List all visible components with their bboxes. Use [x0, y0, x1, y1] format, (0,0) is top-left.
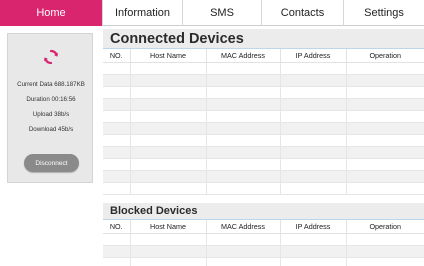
- connection-status-panel: Current Data 688.187KB Duration 00:16:56…: [7, 33, 93, 183]
- column-header-no: NO.: [103, 49, 131, 63]
- table-header-row: NO. Host Name MAC Address IP Address Ope…: [103, 49, 424, 63]
- table-row: [103, 170, 424, 183]
- table-row: [103, 158, 424, 171]
- upload-rate-text: Upload 38b/s: [32, 111, 70, 118]
- blocked-devices-table: NO. Host Name MAC Address IP Address Ope…: [103, 220, 424, 266]
- nav-tab-settings[interactable]: Settings: [344, 0, 424, 26]
- column-header-operation: Operation: [346, 49, 424, 63]
- nav-tab-sms[interactable]: SMS: [183, 0, 262, 26]
- nav-tab-contacts[interactable]: Contacts: [262, 0, 344, 26]
- table-row: [103, 110, 424, 123]
- column-header-mac-address: MAC Address: [206, 49, 281, 63]
- disconnect-button[interactable]: Disconnect: [24, 154, 79, 172]
- table-row: [103, 98, 424, 111]
- table-row: [103, 86, 424, 99]
- table-row: [103, 245, 424, 258]
- connected-devices-section: Connected Devices NO. Host Name MAC Addr…: [103, 29, 424, 195]
- top-navigation: Home Information SMS Contacts Settings: [0, 0, 424, 26]
- column-header-operation: Operation: [346, 220, 424, 234]
- column-header-no: NO.: [103, 220, 131, 234]
- table-row: [103, 62, 424, 75]
- table-row: [103, 74, 424, 87]
- table-header-row: NO. Host Name MAC Address IP Address Ope…: [103, 220, 424, 234]
- column-header-host-name: Host Name: [130, 220, 207, 234]
- column-header-ip-address: IP Address: [280, 49, 347, 63]
- current-data-text: Current Data 688.187KB: [17, 81, 85, 88]
- table-row: [103, 182, 424, 195]
- refresh-icon[interactable]: [42, 48, 60, 66]
- blocked-devices-section: Blocked Devices NO. Host Name MAC Addres…: [103, 203, 424, 266]
- column-header-mac-address: MAC Address: [206, 220, 281, 234]
- table-row: [103, 134, 424, 147]
- table-row: [103, 233, 424, 246]
- column-header-ip-address: IP Address: [280, 220, 347, 234]
- column-header-host-name: Host Name: [130, 49, 207, 63]
- duration-text: Duration 00:16:56: [26, 96, 76, 103]
- table-row: [103, 257, 424, 266]
- connected-devices-title: Connected Devices: [103, 29, 424, 49]
- table-row: [103, 146, 424, 159]
- table-row: [103, 122, 424, 135]
- nav-tab-information[interactable]: Information: [103, 0, 183, 26]
- blocked-devices-title: Blocked Devices: [103, 203, 424, 220]
- nav-tab-home[interactable]: Home: [0, 0, 103, 26]
- download-rate-text: Download 45b/s: [28, 126, 74, 133]
- connected-devices-table: NO. Host Name MAC Address IP Address Ope…: [103, 49, 424, 195]
